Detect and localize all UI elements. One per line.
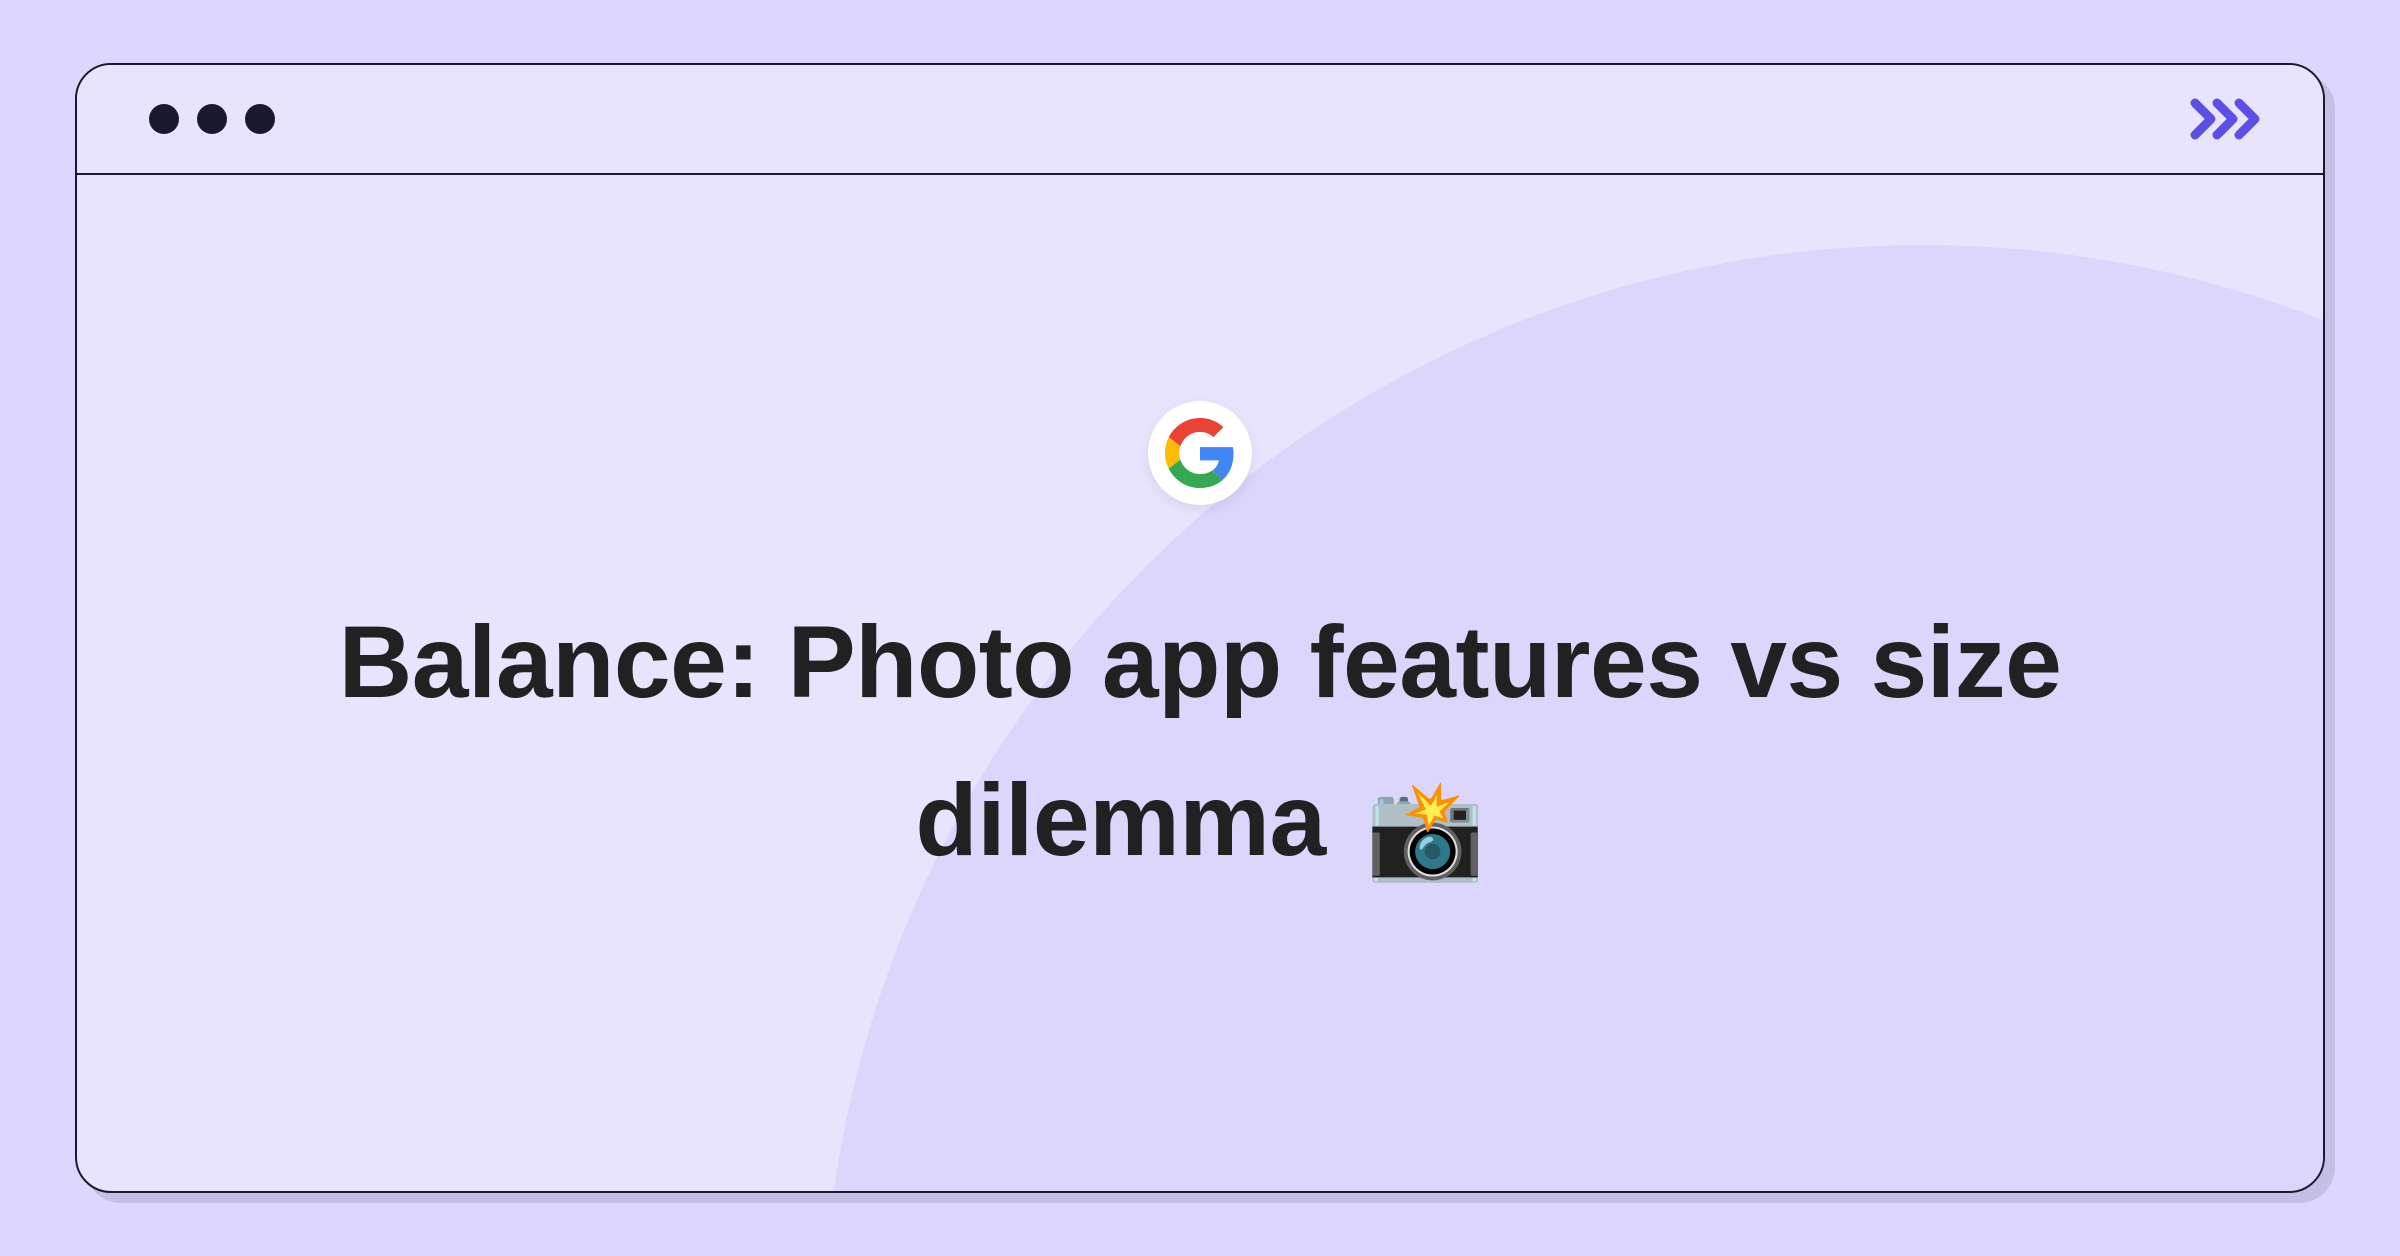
forward-chevrons-icon [2189, 97, 2267, 141]
headline-text: Balance: Photo app features vs size dile… [250, 583, 2150, 906]
google-logo-icon [1148, 401, 1252, 505]
card-content: Balance: Photo app features vs size dile… [77, 175, 2323, 1191]
window-titlebar [77, 65, 2323, 175]
camera-emoji-icon: 📸 [1366, 777, 1485, 884]
headline-main: Balance: Photo app features vs size dile… [339, 605, 2062, 877]
window-control-dots [149, 104, 275, 134]
window-dot [149, 104, 179, 134]
window-dot [197, 104, 227, 134]
browser-window: Balance: Photo app features vs size dile… [75, 63, 2325, 1193]
window-dot [245, 104, 275, 134]
